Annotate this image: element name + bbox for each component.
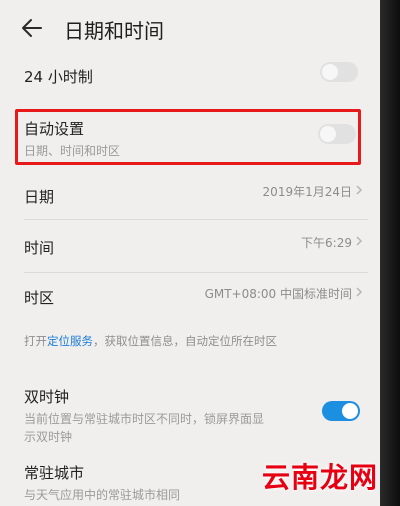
timezone-row[interactable]: 时区 GMT+08:00 中国标准时间	[0, 280, 380, 324]
back-button[interactable]	[18, 14, 46, 42]
home-city-label: 常驻城市	[24, 464, 85, 482]
settings-screen: 日期和时间 24 小时制 自动设置 日期、时间和时区 日期 2019年1月24日…	[0, 0, 380, 506]
timezone-label: 时区	[24, 289, 55, 307]
hour24-toggle[interactable]	[320, 62, 358, 82]
dual-clock-desc-line1: 当前位置与常驻城市时区不同时，锁屏界面显	[24, 412, 265, 426]
divider	[24, 219, 368, 220]
app-bar: 日期和时间	[0, 0, 380, 56]
date-value: 2019年1月24日	[262, 185, 352, 199]
time-value: 下午6:29	[301, 236, 352, 250]
page-title: 日期和时间	[64, 19, 164, 43]
dual-clock-label: 双时钟	[24, 388, 70, 406]
info-suffix: ，获取位置信息，自动定位所在时区	[93, 334, 277, 348]
hour24-row[interactable]: 24 小时制	[0, 56, 380, 96]
toggle-knob	[342, 403, 358, 419]
date-label: 日期	[24, 188, 55, 206]
chevron-right-icon	[356, 287, 363, 297]
chevron-right-icon	[356, 185, 363, 195]
divider	[24, 272, 368, 273]
dual-clock-row[interactable]: 双时钟 当前位置与常驻城市时区不同时，锁屏界面显 示双时钟	[0, 380, 380, 444]
highlight-box	[15, 109, 361, 165]
time-row[interactable]: 时间 下午6:29	[0, 226, 380, 270]
phone-bezel	[380, 0, 400, 506]
location-info: 打开定位服务，获取位置信息，自动定位所在时区	[24, 333, 277, 349]
info-prefix: 打开	[24, 334, 47, 348]
dual-clock-desc-line2: 示双时钟	[24, 430, 73, 444]
dual-clock-toggle[interactable]	[322, 401, 360, 421]
timezone-value: GMT+08:00 中国标准时间	[204, 287, 352, 301]
watermark: 云南龙网	[262, 461, 379, 494]
location-service-link[interactable]: 定位服务	[47, 334, 93, 348]
chevron-right-icon	[356, 236, 363, 246]
date-row[interactable]: 日期 2019年1月24日	[0, 172, 380, 216]
hour24-label: 24 小时制	[24, 68, 93, 86]
home-city-sublabel: 与天气应用中的常驻城市相同	[24, 488, 181, 502]
toggle-knob	[322, 64, 338, 80]
back-arrow-icon	[22, 19, 42, 37]
time-label: 时间	[24, 239, 55, 257]
